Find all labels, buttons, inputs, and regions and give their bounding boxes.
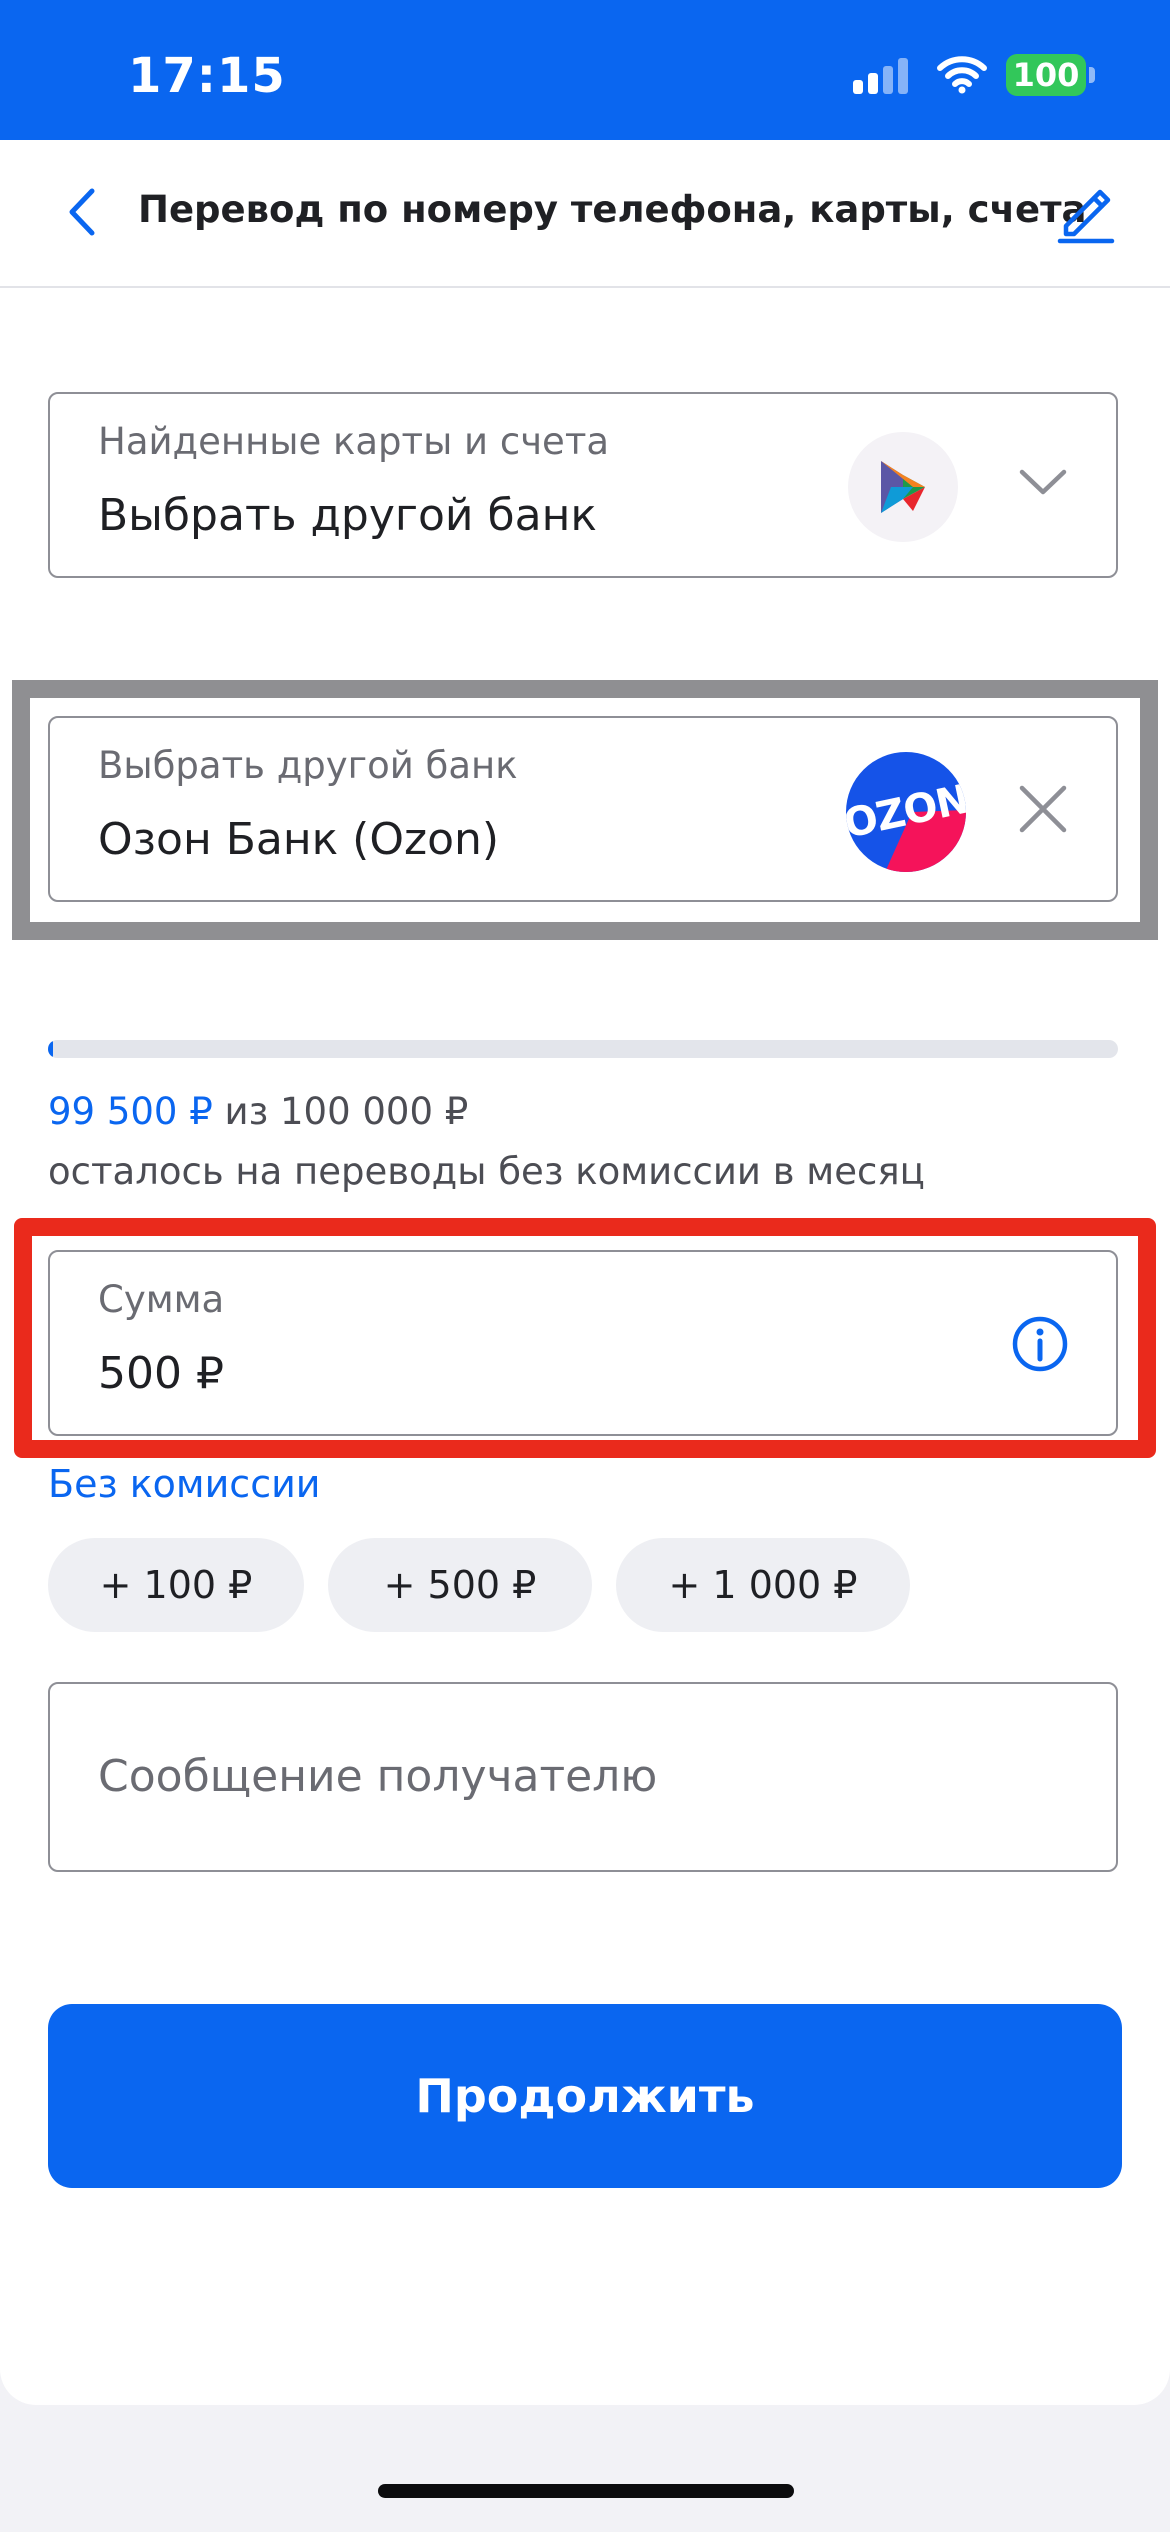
- continue-button[interactable]: Продолжить: [48, 2004, 1122, 2188]
- close-icon[interactable]: [1016, 782, 1070, 840]
- limit-subtitle: осталось на переводы без комиссии в меся…: [48, 1150, 925, 1193]
- commission-note: Без комиссии: [48, 1462, 321, 1506]
- status-bar: 17:15 100: [0, 0, 1170, 140]
- amount-label: Сумма: [98, 1278, 225, 1321]
- message-placeholder: Сообщение получателю: [98, 1751, 658, 1802]
- amount-field[interactable]: Сумма 500 ₽: [48, 1250, 1118, 1436]
- battery-tip: [1089, 67, 1095, 83]
- found-cards-value: Выбрать другой банк: [98, 490, 597, 541]
- found-cards-label: Найденные карты и счета: [98, 420, 610, 463]
- page-title: Перевод по номеру телефона, карты, счета: [138, 188, 1087, 231]
- quick-amount-500[interactable]: + 500 ₽: [328, 1538, 592, 1632]
- bank-select-label: Выбрать другой банк: [98, 744, 518, 787]
- message-field[interactable]: Сообщение получателю: [48, 1682, 1118, 1872]
- navigation-bar: Перевод по номеру телефона, карты, счета: [0, 140, 1170, 288]
- back-chevron-icon: [66, 187, 98, 241]
- sbp-logo-icon: [848, 432, 958, 542]
- info-icon[interactable]: [1010, 1314, 1070, 1378]
- amount-value: 500 ₽: [98, 1348, 224, 1399]
- limit-text: 99 500 ₽ из 100 000 ₽: [48, 1090, 468, 1133]
- limit-total: из 100 000 ₽: [212, 1090, 469, 1133]
- wifi-icon: [936, 54, 988, 98]
- limit-remaining-amount: 99 500 ₽: [48, 1090, 213, 1133]
- limit-progress-bar: [48, 1040, 1118, 1058]
- signal-icon: [853, 58, 909, 98]
- edit-pencil-icon: [1056, 189, 1116, 248]
- quick-amount-1000[interactable]: + 1 000 ₽: [616, 1538, 910, 1632]
- home-indicator: [378, 2484, 794, 2498]
- status-time: 17:15: [128, 48, 286, 104]
- bank-select-value: Озон Банк (Ozon): [98, 814, 500, 865]
- quick-amount-100[interactable]: + 100 ₽: [48, 1538, 304, 1632]
- ozon-bank-logo: OZON: [846, 752, 966, 872]
- found-cards-select[interactable]: Найденные карты и счета Выбрать другой б…: [48, 392, 1118, 578]
- chevron-down-icon[interactable]: [1018, 466, 1068, 504]
- edit-button[interactable]: [1056, 182, 1116, 248]
- battery-indicator: 100: [1006, 54, 1086, 96]
- bank-select[interactable]: Выбрать другой банк Озон Банк (Ozon) OZO…: [48, 716, 1118, 902]
- back-button[interactable]: [52, 184, 112, 244]
